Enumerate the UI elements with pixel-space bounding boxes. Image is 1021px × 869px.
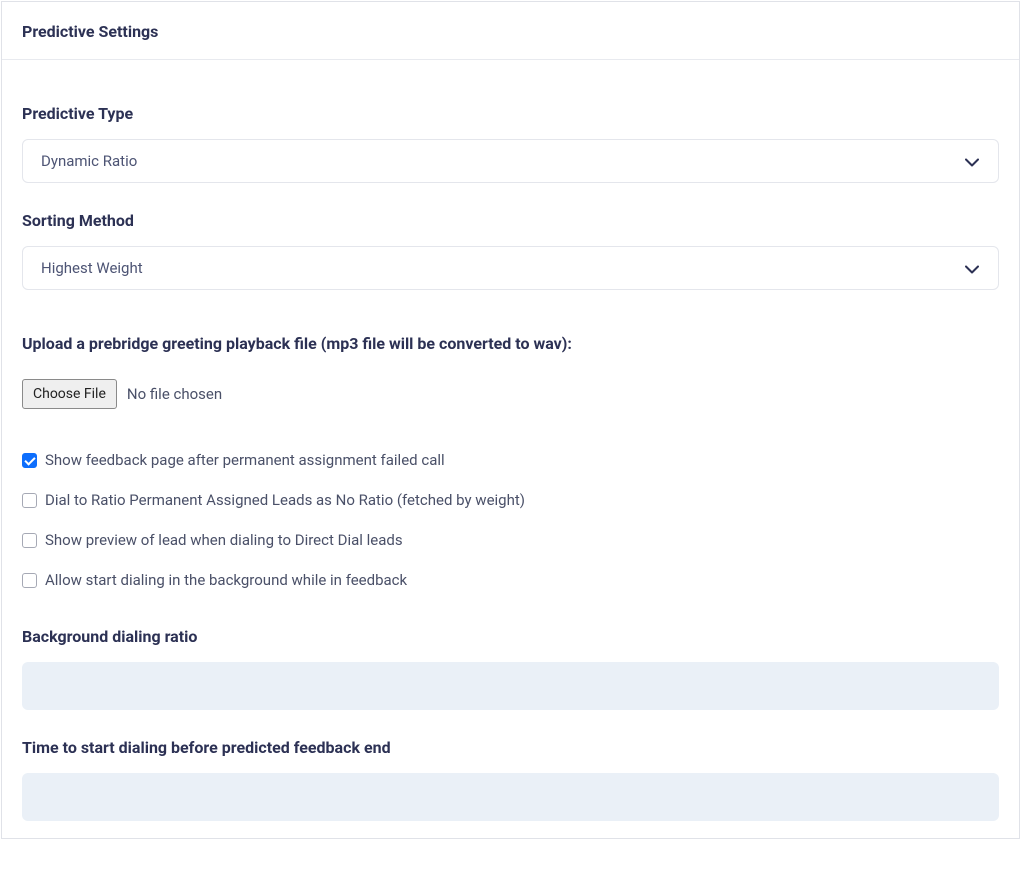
background-ratio-label: Background dialing ratio — [22, 627, 999, 646]
file-row: Choose File No file chosen — [22, 379, 999, 409]
sorting-method-group: Sorting Method Highest Weight — [22, 211, 999, 290]
checkbox-row-background-dial: Allow start dialing in the background wh… — [22, 571, 999, 589]
checkbox-list: Show feedback page after permanent assig… — [22, 451, 999, 589]
panel-title: Predictive Settings — [22, 22, 999, 41]
checkbox-label[interactable]: Show preview of lead when dialing to Dir… — [45, 531, 403, 549]
checkbox-label[interactable]: Show feedback page after permanent assig… — [45, 451, 445, 469]
choose-file-button[interactable]: Choose File — [22, 379, 117, 409]
checkbox-row-feedback-page: Show feedback page after permanent assig… — [22, 451, 999, 469]
checkbox-label[interactable]: Allow start dialing in the background wh… — [45, 571, 407, 589]
sorting-method-select[interactable]: Highest Weight — [22, 246, 999, 290]
checkbox-label[interactable]: Dial to Ratio Permanent Assigned Leads a… — [45, 491, 525, 509]
background-ratio-group: Background dialing ratio — [22, 627, 999, 710]
panel-body: Predictive Type Dynamic Ratio Sorting Me… — [2, 60, 1019, 869]
predictive-settings-panel: Predictive Settings Predictive Type Dyna… — [1, 1, 1020, 839]
predictive-type-select[interactable]: Dynamic Ratio — [22, 139, 999, 183]
upload-label: Upload a prebridge greeting playback fil… — [22, 334, 999, 353]
checkbox-background-dial[interactable] — [22, 573, 37, 588]
predictive-type-group: Predictive Type Dynamic Ratio — [22, 104, 999, 183]
predictive-type-label: Predictive Type — [22, 104, 999, 123]
upload-group: Upload a prebridge greeting playback fil… — [22, 334, 999, 409]
time-to-start-group: Time to start dialing before predicted f… — [22, 738, 999, 821]
panel-header: Predictive Settings — [2, 2, 1019, 60]
checkbox-dial-ratio[interactable] — [22, 493, 37, 508]
file-status: No file chosen — [127, 385, 222, 403]
checkbox-row-preview-lead: Show preview of lead when dialing to Dir… — [22, 531, 999, 549]
checkbox-row-dial-ratio: Dial to Ratio Permanent Assigned Leads a… — [22, 491, 999, 509]
checkbox-feedback-page[interactable] — [22, 453, 37, 468]
time-to-start-input[interactable] — [22, 773, 999, 821]
checkbox-preview-lead[interactable] — [22, 533, 37, 548]
background-ratio-input[interactable] — [22, 662, 999, 710]
sorting-method-select-wrap: Highest Weight — [22, 246, 999, 290]
time-to-start-label: Time to start dialing before predicted f… — [22, 738, 999, 757]
predictive-type-select-wrap: Dynamic Ratio — [22, 139, 999, 183]
sorting-method-label: Sorting Method — [22, 211, 999, 230]
